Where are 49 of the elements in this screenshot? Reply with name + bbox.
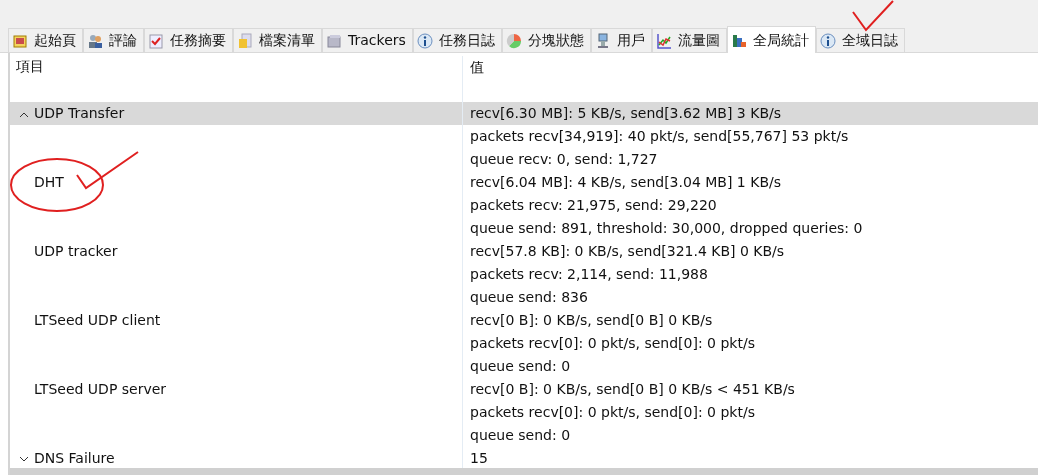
value-text: recv[6.04 MB]: 4 KB/s, send[3.04 MB] 1 KB/s (470, 173, 781, 192)
column-header[interactable]: 項目 (10, 56, 462, 77)
info-icon (416, 32, 433, 49)
tab[interactable]: 分塊狀態 (501, 28, 591, 52)
value-text: queue send: 0 (470, 357, 571, 376)
checklist-icon (148, 32, 164, 49)
value-text: queue send: 0 (470, 426, 571, 445)
item-label[interactable]: LTSeed UDP server (34, 379, 167, 400)
tab[interactable]: 全域日誌 (815, 28, 905, 52)
info-icon (819, 32, 836, 49)
server-icon (326, 32, 342, 49)
tab[interactable]: 任務日誌 (412, 28, 502, 52)
bar-chart-icon (730, 32, 747, 48)
item-label[interactable]: UDP Transfer (34, 103, 125, 124)
value-text: recv[0 B]: 0 KB/s, send[0 B] 0 KB/s (470, 311, 713, 330)
value-text: queue send: 836 (470, 288, 588, 307)
tab[interactable]: 流量圖 (651, 28, 727, 52)
scrollbar[interactable] (10, 468, 1038, 475)
home-icon (12, 32, 28, 49)
tab[interactable]: 全局統計 (726, 26, 816, 53)
item-label[interactable]: UDP tracker (34, 241, 118, 262)
value-text: queue send: 891, threshold: 30,000, dropped queries: 0 (470, 219, 863, 238)
value-text: recv[6.30 MB]: 5 KB/s, send[3.62 MB] 3 KB/s (470, 104, 781, 123)
value-text: packets recv: 21,975, send: 29,220 (470, 196, 717, 215)
column-header[interactable]: 值 (462, 56, 1038, 79)
value-text: 15 (470, 449, 488, 468)
tab[interactable]: Trackers (322, 28, 413, 52)
folder-icon (237, 32, 253, 49)
checkmark-annotation (852, 0, 894, 32)
table-row[interactable]: UDP Transfer recv[6.30 MB]: 5 KB/s, send[3.62 MB] 3 KB/s (10, 102, 1038, 125)
tab[interactable]: 檔案清單 (233, 28, 322, 52)
value-text: packets recv[0]: 0 pkt/s, send[0]: 0 pkt/s (470, 334, 755, 353)
pie-chart-icon (505, 32, 522, 49)
tab[interactable]: 起始頁 (8, 28, 83, 52)
tab[interactable]: 任務摘要 (144, 28, 233, 52)
line-chart-icon (655, 32, 672, 49)
item-label[interactable]: LTSeed UDP client (34, 310, 161, 331)
tab[interactable]: 評論 (83, 28, 144, 52)
value-text: packets recv[0]: 0 pkt/s, send[0]: 0 pkt/s (470, 403, 755, 422)
value-text: queue recv: 0, send: 1,727 (470, 150, 658, 169)
checkmark-annotation (76, 151, 139, 190)
value-text: packets recv[34,919]: 40 pkt/s, send[55,767] 53 pkt/s (470, 127, 849, 146)
value-text: packets recv: 2,114, send: 11,988 (470, 265, 708, 284)
item-label[interactable]: DNS Failure (34, 448, 115, 469)
item-label[interactable]: DHT (34, 172, 64, 193)
tab[interactable]: 用戶 (590, 28, 652, 52)
people-icon (87, 32, 103, 49)
value-text: recv[0 B]: 0 KB/s, send[0 B] 0 KB/s < 451 KB/s (470, 380, 795, 399)
value-text: recv[57.8 KB]: 0 KB/s, send[321.4 KB] 0 KB/s (470, 242, 785, 261)
